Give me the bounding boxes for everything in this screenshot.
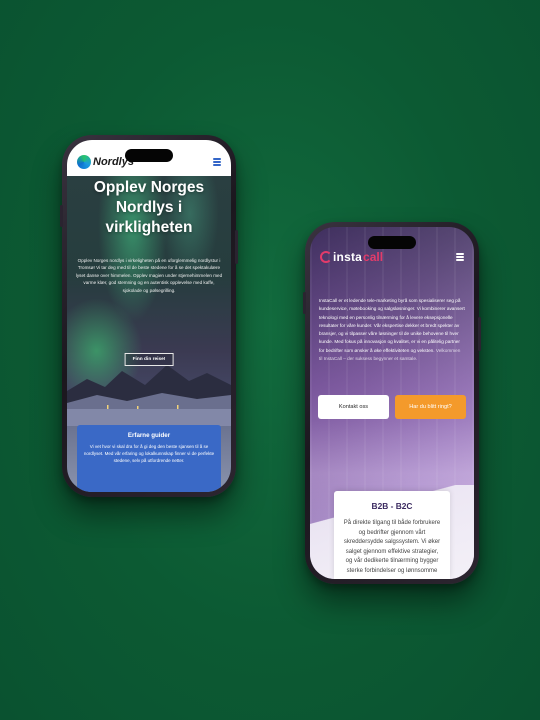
guides-card: Erfarne guider Vi vet hvor vi skal dra f… — [77, 425, 221, 492]
phone-notch — [125, 149, 173, 162]
aurora-logo-icon — [77, 155, 91, 169]
intro-paragraph: InstaCall er et ledende tele-marketing b… — [319, 298, 465, 353]
instacall-logo[interactable]: insta call — [320, 250, 383, 264]
phone-side-button — [60, 205, 63, 227]
guides-card-text: Vi vet hvor vi skal dra for å gi deg den… — [83, 444, 215, 463]
b2b-card-text: På direkte tilgang til både forbrukere o… — [343, 520, 441, 574]
were-you-called-button[interactable]: Har du blitt ringt? — [395, 395, 466, 419]
intro-text: InstaCall er et ledende tele-marketing b… — [319, 297, 465, 363]
contact-button[interactable]: Kontakt oss — [318, 395, 389, 419]
hero-title: Opplev Norges Nordlys i virkligheten — [93, 179, 205, 236]
b2b-card-title: B2B - B2C — [371, 501, 413, 511]
find-trip-button[interactable]: Finn din reise! — [124, 353, 174, 366]
phone-side-button — [478, 317, 481, 351]
phone-screen: Nordlys Opplev Norges Nordlys i virkligh… — [67, 140, 231, 492]
brand-name-part2: call — [363, 250, 384, 264]
phone-mockup-nordlys: Nordlys Opplev Norges Nordlys i virkligh… — [60, 135, 238, 497]
menu-icon[interactable] — [456, 253, 464, 261]
brand-name-part1: insta — [333, 250, 363, 264]
hero-description: Opplev Norges nordlys i virkeligheten på… — [75, 258, 223, 293]
phone-mockup-instacall: insta call InstaCall er et ledende tele-… — [303, 222, 481, 584]
b2b-card: B2B - B2C På direkte tilgang til både fo… — [334, 491, 450, 579]
phone-side-button — [235, 230, 238, 264]
phone-screen: insta call InstaCall er et ledende tele-… — [310, 227, 474, 579]
guides-card-title: Erfarne guider — [127, 432, 171, 439]
cta-buttons: Kontakt oss Har du blitt ringt? — [318, 395, 466, 419]
menu-icon[interactable] — [213, 158, 221, 166]
instacall-logo-icon — [320, 251, 332, 263]
phone-notch — [368, 236, 416, 249]
phone-side-button — [303, 292, 306, 314]
